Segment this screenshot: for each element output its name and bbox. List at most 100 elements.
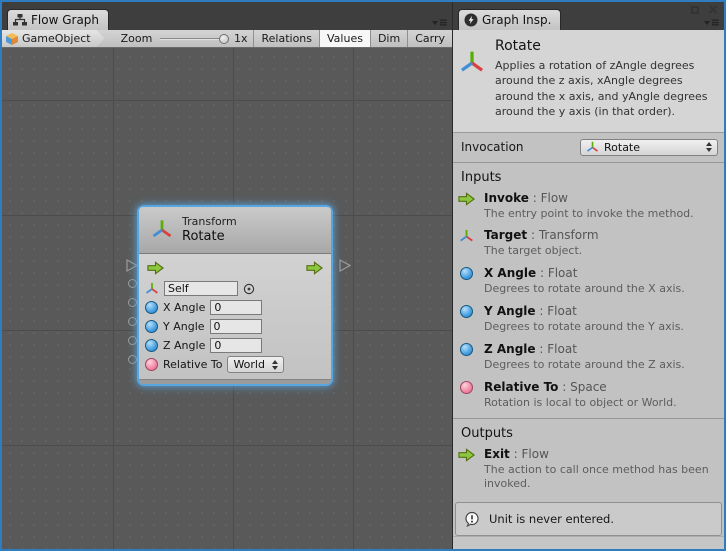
target-picker-icon[interactable] (243, 283, 255, 295)
node-row-x-angle: X Angle (145, 298, 325, 317)
z-angle-label: Z Angle (163, 339, 205, 352)
node-row-z-angle: Z Angle (145, 336, 325, 355)
external-value-port[interactable] (128, 279, 137, 288)
graph-inspector-pane: Graph Insp. × ≡ Rotate Applies a rotatio… (452, 2, 724, 549)
relations-button[interactable]: Relations (253, 30, 319, 47)
space-port-icon[interactable] (145, 358, 158, 371)
relative-to-dropdown[interactable]: World (227, 356, 284, 373)
float-port-icon[interactable] (145, 320, 158, 333)
warning-area: Unit is never entered. (453, 500, 724, 549)
chevron-down-icon (432, 21, 438, 25)
window-controls: × (691, 5, 719, 15)
bottom-strip (453, 536, 724, 549)
tab-flow-graph[interactable]: Flow Graph (7, 9, 109, 30)
port-doc: Degrees to rotate around the X axis. (484, 282, 685, 297)
zoom-slider[interactable] (160, 30, 229, 47)
float-port-icon (460, 305, 473, 318)
unit-description-header: Rotate Applies a rotation of zAngle degr… (453, 30, 724, 133)
breadcrumb-label: GameObject (22, 32, 91, 45)
node-title-label: Rotate (182, 229, 237, 245)
zoom-slider-knob[interactable] (219, 34, 229, 44)
transform-axes-icon (459, 50, 485, 76)
port-entry-relative-to: Relative To : Space Rotation is local to… (453, 380, 724, 411)
invoke-flow-port-icon[interactable] (147, 261, 164, 275)
y-angle-label: Y Angle (163, 320, 205, 333)
breadcrumb-gameobject[interactable]: GameObject (2, 30, 105, 47)
maximize-icon[interactable] (691, 6, 699, 14)
transform-axes-icon (586, 141, 599, 154)
external-value-port[interactable] (128, 336, 137, 345)
hamburger-icon: ≡ (439, 18, 448, 27)
values-button[interactable]: Values (319, 30, 370, 47)
graph-canvas[interactable]: Transform Rotate (2, 48, 452, 549)
pane-menu-icon[interactable]: ≡ (432, 18, 448, 27)
flow-arrow-icon (458, 192, 475, 206)
self-field[interactable] (164, 281, 238, 296)
flow-arrow-icon (458, 448, 475, 462)
exit-flow-port-icon[interactable] (306, 261, 323, 275)
x-angle-label: X Angle (163, 301, 205, 314)
inputs-section-title: Inputs (453, 163, 724, 191)
bolt-logo-icon (464, 13, 478, 27)
tab-flow-graph-label: Flow Graph (31, 13, 99, 27)
invocation-row: Invocation Rotate (453, 133, 724, 162)
invocation-value: Rotate (604, 141, 640, 154)
port-entry-z-angle: Z Angle : Float Degrees to rotate around… (453, 342, 724, 373)
tab-graph-inspector[interactable]: Graph Insp. (458, 9, 561, 30)
dim-button[interactable]: Dim (370, 30, 407, 47)
float-port-icon[interactable] (145, 301, 158, 314)
relative-to-label: Relative To (163, 358, 222, 371)
flow-graph-icon (13, 14, 27, 26)
float-port-icon[interactable] (145, 339, 158, 352)
port-doc: The entry point to invoke the method. (484, 207, 694, 222)
hamburger-icon: ≡ (711, 18, 720, 27)
pane-menu-icon[interactable]: ≡ (704, 18, 720, 27)
gameobject-cube-icon (5, 32, 19, 46)
port-entry-exit: Exit : Flow The action to call once meth… (453, 447, 724, 493)
port-entry-invoke: Invoke : Flow The entry point to invoke … (453, 191, 724, 222)
transform-axes-icon[interactable] (145, 282, 159, 296)
flow-graph-pane: Flow Graph ≡ GameObject Zoom 1x Relation… (2, 2, 452, 549)
unity-window: Flow Graph ≡ GameObject Zoom 1x Relation… (0, 0, 726, 551)
zoom-label: Zoom (105, 30, 161, 47)
external-flow-output-port[interactable] (339, 259, 352, 273)
outputs-section-title: Outputs (453, 419, 724, 447)
node-row-target (145, 279, 325, 298)
port-doc: The target object. (484, 244, 599, 259)
carry-button[interactable]: Carry (407, 30, 452, 47)
node-type-label: Transform (182, 215, 237, 229)
node-footer (139, 379, 331, 384)
node-header[interactable]: Transform Rotate (139, 207, 331, 254)
flow-graph-tabbar: Flow Graph ≡ (2, 2, 452, 30)
chevron-down-icon (704, 21, 710, 25)
port-doc: Degrees to rotate around the Z axis. (484, 358, 685, 373)
node-row-y-angle: Y Angle (145, 317, 325, 336)
unit-description: Applies a rotation of zAngle degrees aro… (495, 58, 713, 120)
y-angle-field[interactable] (210, 319, 262, 334)
port-doc: The action to call once method has been … (484, 463, 716, 493)
warning-bubble-icon (464, 511, 480, 527)
unit-title: Rotate (495, 38, 713, 54)
rotate-unit-node[interactable]: Transform Rotate (139, 207, 331, 384)
node-body: X Angle Y Angle Z Angle (139, 254, 331, 379)
warning-box: Unit is never entered. (455, 502, 722, 536)
z-angle-field[interactable] (210, 338, 262, 353)
warning-text: Unit is never entered. (489, 512, 614, 526)
external-value-port[interactable] (128, 317, 137, 326)
float-port-icon (460, 267, 473, 280)
relative-to-value: World (233, 358, 265, 371)
port-doc: Degrees to rotate around the Y axis. (484, 320, 684, 335)
tab-graph-inspector-label: Graph Insp. (482, 13, 551, 27)
dropdown-arrows-icon (272, 360, 278, 370)
port-entry-x-angle: X Angle : Float Degrees to rotate around… (453, 266, 724, 297)
float-port-icon (460, 343, 473, 356)
x-angle-field[interactable] (210, 300, 262, 315)
close-icon[interactable]: × (707, 5, 719, 15)
invocation-dropdown[interactable]: Rotate (580, 139, 718, 156)
zoom-value: 1x (229, 30, 254, 47)
graph-inspector-tabbar: Graph Insp. × ≡ (453, 2, 724, 30)
external-value-port[interactable] (128, 298, 137, 307)
external-flow-input-port[interactable] (126, 259, 139, 273)
flow-graph-toolbar: GameObject Zoom 1x Relations Values Dim … (2, 30, 452, 48)
external-value-port[interactable] (128, 355, 137, 364)
